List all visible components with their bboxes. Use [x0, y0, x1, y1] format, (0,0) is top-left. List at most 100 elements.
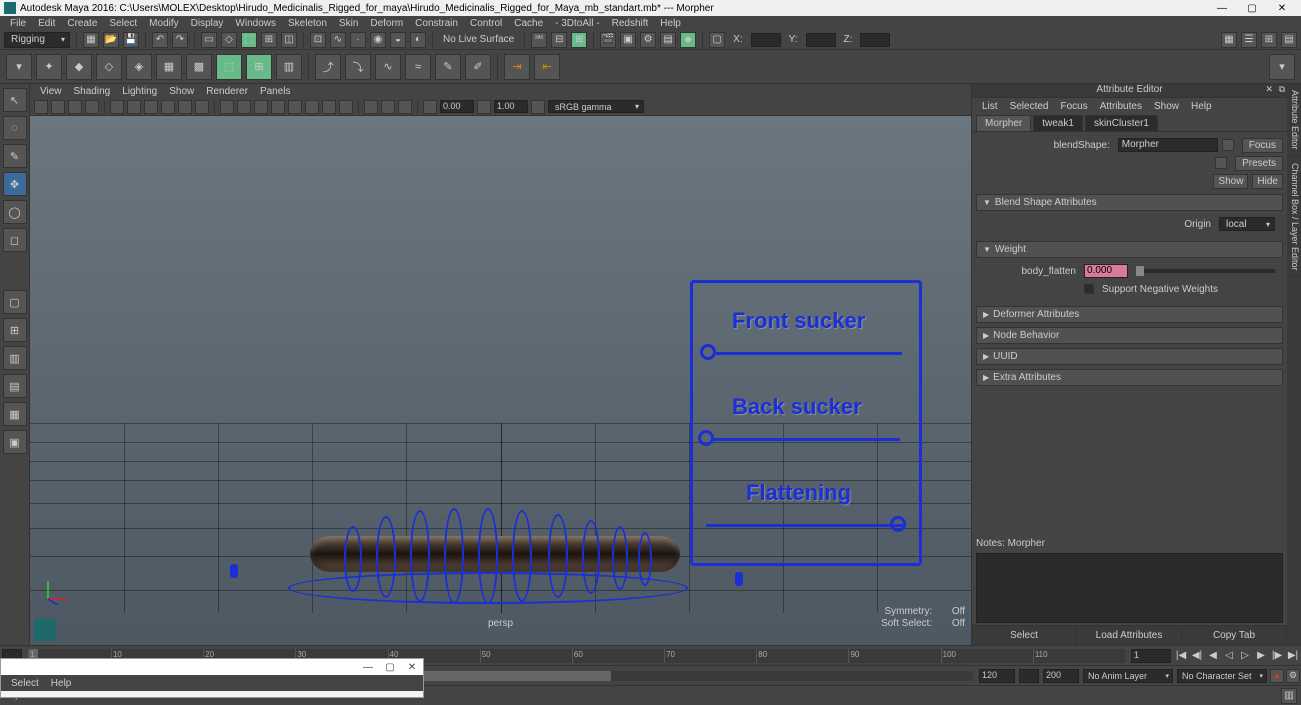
shelf-item-3-icon[interactable]: ◇ — [96, 54, 122, 80]
open-scene-icon[interactable]: 📂 — [103, 32, 119, 48]
rotate-tool-icon[interactable]: ◯ — [3, 200, 27, 224]
floatwin-menu-help[interactable]: Help — [45, 678, 78, 689]
vp-lock-camera-icon[interactable] — [51, 100, 65, 114]
panel-layout-reset-icon[interactable]: ▾ — [1269, 54, 1295, 80]
select-button[interactable]: Select — [972, 626, 1077, 645]
rig-ring-7[interactable] — [548, 514, 568, 598]
ae-menu-show[interactable]: Show — [1148, 101, 1185, 112]
hud-slider-flatten-track[interactable] — [706, 524, 906, 527]
menu-skin[interactable]: Skin — [333, 18, 364, 29]
vp-xray-icon[interactable] — [381, 100, 395, 114]
menu-cache[interactable]: Cache — [508, 18, 549, 29]
menu-modify[interactable]: Modify — [143, 18, 184, 29]
side-tab-attribute-editor[interactable]: Attribute Editor — [1287, 84, 1301, 157]
shelf-item-6-icon[interactable]: ▩ — [186, 54, 212, 80]
construction-history-icon[interactable]: ⎃ — [531, 32, 547, 48]
rig-ring-8[interactable] — [582, 520, 600, 594]
select-tool-icon[interactable]: ↖ — [3, 88, 27, 112]
focus-button[interactable]: Focus — [1242, 138, 1283, 153]
vp-shadows-icon[interactable] — [288, 100, 302, 114]
rig-ring-6[interactable] — [512, 510, 532, 602]
play-forward-icon[interactable]: ▷ — [1237, 649, 1253, 663]
color-profile-combo[interactable]: sRGB gamma — [548, 100, 644, 113]
layout-2v-icon[interactable]: ▥ — [3, 346, 27, 370]
section-node-behavior[interactable]: ▶Node Behavior — [976, 327, 1283, 344]
vp-res-gate-icon[interactable] — [144, 100, 158, 114]
support-negative-checkbox[interactable] — [1084, 284, 1094, 294]
shelf-item-8-icon[interactable]: ⊞ — [246, 54, 272, 80]
rig-ring-5[interactable] — [478, 508, 498, 604]
vp-view-transform-icon[interactable] — [531, 100, 545, 114]
menu-control[interactable]: Control — [464, 18, 508, 29]
vp-grid-icon[interactable] — [110, 100, 124, 114]
hud-slider-front-track[interactable] — [716, 352, 902, 355]
menu-edit[interactable]: Edit — [32, 18, 61, 29]
rig-ring-2[interactable] — [376, 516, 396, 598]
vp-exposure-icon[interactable] — [423, 100, 437, 114]
snap-live-icon[interactable]: ◐ — [410, 32, 426, 48]
select-mask-c-icon[interactable]: ⊞ — [261, 32, 277, 48]
menu-select[interactable]: Select — [103, 18, 143, 29]
shelf-item-7-icon[interactable]: ⬚ — [216, 54, 242, 80]
hide-button[interactable]: Hide — [1252, 174, 1283, 189]
copy-tab-button[interactable]: Copy Tab — [1182, 626, 1287, 645]
snap-view-icon[interactable]: ◉ — [370, 32, 386, 48]
xgen-icon[interactable]: ⊞ — [1261, 32, 1277, 48]
hud-slider-back-knob[interactable] — [698, 430, 714, 446]
shelf-item-16-icon[interactable]: ⇥ — [504, 54, 530, 80]
vp-aa-icon[interactable] — [339, 100, 353, 114]
redo-icon[interactable]: ↷ — [172, 32, 188, 48]
show-button[interactable]: Show — [1213, 174, 1248, 189]
view-menu-lighting[interactable]: Lighting — [116, 86, 163, 97]
focus-target-icon[interactable] — [1222, 139, 1234, 151]
render-settings-icon[interactable]: ⚙ — [640, 32, 656, 48]
menu-constrain[interactable]: Constrain — [409, 18, 464, 29]
select-mask-d-icon[interactable]: ◫ — [281, 32, 297, 48]
section-blend-shape-attributes[interactable]: ▼Blend Shape Attributes — [976, 194, 1283, 211]
vp-bookmarks-icon[interactable] — [68, 100, 82, 114]
sym-x-field[interactable] — [751, 33, 781, 47]
shelf-item-17-icon[interactable]: ⇤ — [534, 54, 560, 80]
sym-z-field[interactable] — [860, 33, 890, 47]
ae-tab-morpher[interactable]: Morpher — [976, 115, 1031, 131]
anim-layer-combo[interactable]: No Anim Layer — [1083, 669, 1173, 683]
presets-button[interactable]: Presets — [1235, 156, 1283, 171]
save-scene-icon[interactable]: 💾 — [123, 32, 139, 48]
new-scene-icon[interactable]: ▦ — [83, 32, 99, 48]
shelf-item-1-icon[interactable]: ✦ — [36, 54, 62, 80]
view-menu-shading[interactable]: Shading — [68, 86, 117, 97]
blendshape-name-field[interactable]: Morpher — [1118, 138, 1218, 152]
range-full-end-field[interactable]: 200 — [1043, 669, 1079, 683]
shelf-item-2-icon[interactable]: ◆ — [66, 54, 92, 80]
shelf-item-10-icon[interactable]: ⤴ — [315, 54, 341, 80]
floatwin-close-icon[interactable]: ✕ — [401, 662, 423, 673]
step-forward-key-icon[interactable]: |▶ — [1269, 649, 1285, 663]
auto-key-icon[interactable]: ● — [1270, 669, 1284, 683]
script-output-window[interactable]: — ▢ ✕ Select Help — [0, 658, 424, 698]
workspace-combo[interactable]: Rigging — [4, 32, 70, 48]
panel-close-icon[interactable]: ✕ — [1265, 84, 1273, 95]
vp-textured-icon[interactable] — [254, 100, 268, 114]
section-deformer-attributes[interactable]: ▶Deformer Attributes — [976, 306, 1283, 323]
view-menu-renderer[interactable]: Renderer — [200, 86, 254, 97]
ae-menu-list[interactable]: List — [976, 101, 1004, 112]
vp-xray-joints-icon[interactable] — [398, 100, 412, 114]
floatwin-minimize-icon[interactable]: — — [357, 662, 379, 673]
select-mask-b-icon[interactable]: ⬚ — [241, 32, 257, 48]
snap-curve-icon[interactable]: ∿ — [330, 32, 346, 48]
play-back-icon[interactable]: ◁ — [1221, 649, 1237, 663]
menu-windows[interactable]: Windows — [229, 18, 282, 29]
view-menu-panels[interactable]: Panels — [254, 86, 297, 97]
vp-field-chart-icon[interactable] — [178, 100, 192, 114]
hud-slider-flatten-knob[interactable] — [890, 516, 906, 532]
hud-slider-front-knob[interactable] — [700, 344, 716, 360]
rig-anchor-back[interactable] — [735, 572, 743, 586]
vp-film-gate-icon[interactable] — [127, 100, 141, 114]
ae-menu-attributes[interactable]: Attributes — [1094, 101, 1148, 112]
weight-value-field[interactable]: 0.000 — [1084, 264, 1128, 278]
character-set-combo[interactable]: No Character Set — [1177, 669, 1267, 683]
toggle-panel-icon[interactable]: ▤ — [1281, 32, 1297, 48]
move-tool-icon[interactable]: ✥ — [3, 172, 27, 196]
side-tab-channel-box[interactable]: Channel Box / Layer Editor — [1287, 157, 1301, 278]
maximize-button[interactable]: ▢ — [1237, 3, 1267, 14]
